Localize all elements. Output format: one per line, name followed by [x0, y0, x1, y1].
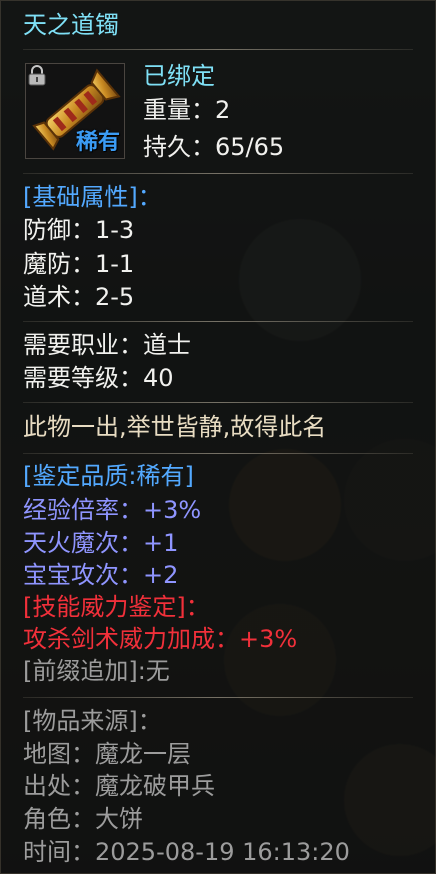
- source-value: 魔龙一层: [95, 740, 191, 768]
- req-value: 40: [143, 364, 174, 392]
- req-label: 需要职业：: [23, 331, 143, 359]
- appraisal-exp-rate: 经验倍率：+3%: [23, 495, 201, 525]
- weight-value: 2: [215, 96, 231, 124]
- source-label: 出处：: [23, 772, 95, 800]
- attr-defense: 防御：1-3: [23, 215, 134, 245]
- lock-icon: [28, 65, 46, 86]
- attr-taoism: 道术：2-5: [23, 282, 134, 312]
- divider: [23, 453, 413, 454]
- source-value: 大饼: [95, 805, 143, 833]
- divider: [23, 402, 413, 403]
- appraisal-pet-attack: 宝宝攻次：+2: [23, 560, 178, 590]
- rarity-badge: 稀有: [75, 130, 120, 155]
- divider: [23, 697, 413, 698]
- appraisal-label: 天火魔次：: [23, 529, 143, 557]
- req-label: 需要等级：: [23, 364, 143, 392]
- skill-appraisal-header: [技能威力鉴定]：: [23, 593, 210, 621]
- appraisal-value: +1: [143, 529, 179, 557]
- appraisal-label: 经验倍率：: [23, 496, 143, 524]
- req-level: 需要等级：40: [23, 363, 174, 393]
- source-header: [物品来源]：: [23, 707, 162, 735]
- item-description: 此物一出,举世皆静,故得此名: [23, 413, 327, 441]
- item-tooltip: 天之道镯 稀有 已绑定 重量：2 持久：65/65 [基础属性]： 防御：1-3…: [0, 0, 436, 874]
- divider: [23, 49, 413, 50]
- req-class: 需要职业：道士: [23, 330, 191, 360]
- attr-value: 1-3: [95, 216, 135, 244]
- weight-row: 重量：2: [143, 95, 230, 125]
- source-label: 地图：: [23, 740, 95, 768]
- source-label: 时间：: [23, 838, 95, 866]
- skill-label: 攻杀剑术威力加成：: [23, 625, 239, 653]
- divider: [23, 321, 413, 322]
- durability-value: 65/65: [215, 133, 285, 161]
- source-value: 2025-08-19 16:13:20: [95, 838, 350, 866]
- prefix-row: [前缀追加]:无: [23, 657, 170, 685]
- divider: [23, 173, 413, 174]
- attr-label: 魔防：: [23, 250, 95, 278]
- skill-value: +3%: [239, 625, 298, 653]
- source-map: 地图：魔龙一层: [23, 739, 191, 769]
- appraisal-value: +3%: [143, 496, 202, 524]
- appraisal-header: [鉴定品质:稀有]: [23, 462, 194, 490]
- base-attributes-header: [基础属性]：: [23, 183, 162, 211]
- appraisal-value: +2: [143, 561, 179, 589]
- bind-status: 已绑定: [143, 62, 215, 90]
- item-icon-frame: 稀有: [25, 63, 125, 159]
- attr-label: 道术：: [23, 283, 95, 311]
- weight-label: 重量：: [143, 96, 215, 124]
- source-time: 时间：2025-08-19 16:13:20: [23, 837, 350, 867]
- appraisal-label: 宝宝攻次：: [23, 561, 143, 589]
- source-character: 角色：大饼: [23, 804, 143, 834]
- source-origin: 出处：魔龙破甲兵: [23, 771, 215, 801]
- durability-row: 持久：65/65: [143, 132, 284, 162]
- attr-value: 1-1: [95, 250, 135, 278]
- item-name: 天之道镯: [23, 11, 119, 39]
- attr-magic-defense: 魔防：1-1: [23, 249, 134, 279]
- req-value: 道士: [143, 331, 191, 359]
- skill-appraisal-row: 攻杀剑术威力加成：+3%: [23, 624, 297, 654]
- appraisal-skyfire: 天火魔次：+1: [23, 528, 178, 558]
- durability-label: 持久：: [143, 133, 215, 161]
- attr-label: 防御：: [23, 216, 95, 244]
- source-value: 魔龙破甲兵: [95, 772, 215, 800]
- attr-value: 2-5: [95, 283, 135, 311]
- source-label: 角色：: [23, 805, 95, 833]
